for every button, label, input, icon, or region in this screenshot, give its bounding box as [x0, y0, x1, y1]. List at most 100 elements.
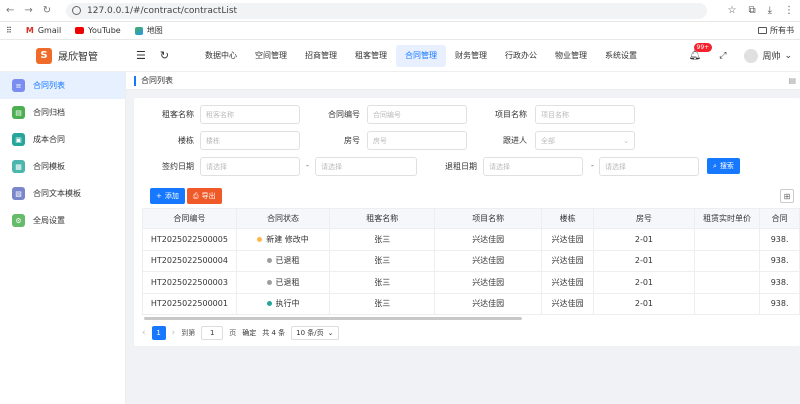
room-input[interactable]: 房号 — [367, 131, 467, 150]
fullscreen-icon[interactable]: ⤢ — [719, 51, 726, 61]
app-logo: S 晟欣智管 — [0, 47, 126, 64]
star-icon[interactable]: ☆ — [727, 5, 736, 16]
browser-actions: ☆ ⧉ ⤓ ⋮ — [727, 5, 794, 16]
page-size-select[interactable]: 10 条/页 ⌄ — [291, 326, 339, 340]
sidebar-item-contract-template[interactable]: ▦ 合同模板 — [0, 153, 125, 180]
sidebar-item-contract-list[interactable]: ≡ 合同列表 — [0, 72, 125, 99]
nav-finance[interactable]: 财务管理 — [446, 45, 496, 67]
exit-date-start[interactable]: 请选择 — [483, 157, 583, 176]
nav-data-center[interactable]: 数据中心 — [196, 45, 246, 67]
chevron-down-icon: ⌄ — [623, 136, 629, 145]
exit-date-end[interactable]: 请选择 — [599, 157, 699, 176]
nav-tenants[interactable]: 租客管理 — [346, 45, 396, 67]
goto-confirm-button[interactable]: 确定 — [242, 328, 256, 338]
chevron-down-icon: ⌄ — [327, 329, 334, 337]
sidebar-item-cost-contract[interactable]: ▣ 成本合同 — [0, 126, 125, 153]
bookmark-maps[interactable]: 地图 — [134, 25, 163, 36]
total-count: 共 4 条 — [262, 329, 286, 337]
contract-table: 合同编号 合同状态 租客名称 项目名称 楼栋 房号 租赁实时单价 合同 HT20… — [142, 208, 800, 315]
cost-icon: ▣ — [12, 133, 25, 146]
tab-menu-icon[interactable]: ▤ — [788, 76, 796, 85]
header-right: 🔔︎ 99+ ⤢ 周帅 ⌄ — [689, 43, 800, 63]
notification-badge: 99+ — [693, 43, 713, 52]
follower-select[interactable]: 全部 ⌄ — [535, 131, 635, 150]
nav-leasing[interactable]: 招商管理 — [296, 45, 346, 67]
status-dot — [266, 279, 272, 285]
browser-nav: ← → ↻ — [6, 5, 66, 16]
contract-no-input[interactable]: 合同编号 — [367, 105, 467, 124]
text-template-icon: ▧ — [12, 187, 25, 200]
table-row[interactable]: HT2025022500001 执行中 张三 兴达佳园 兴达佳园 2-01 93… — [142, 292, 800, 315]
bell-icon[interactable]: 🔔︎ 99+ — [689, 43, 713, 61]
add-button[interactable]: + 添加 — [150, 188, 185, 204]
bookmark-youtube[interactable]: YouTube — [75, 26, 121, 35]
prev-page-icon[interactable]: ‹ — [142, 328, 146, 338]
header-tools: ☰ ↻ — [136, 49, 196, 62]
logo-icon: S — [36, 47, 52, 64]
forward-icon[interactable]: → — [24, 5, 32, 16]
nav-settings[interactable]: 系统设置 — [596, 45, 646, 67]
building-label: 楼栋 — [178, 136, 194, 145]
site-info-icon[interactable] — [72, 6, 81, 15]
all-bookmarks[interactable]: 所有书 — [758, 25, 794, 36]
tenant-name-input[interactable]: 租客名称 — [200, 105, 300, 124]
col-contract: 合同 — [759, 208, 800, 229]
table-row[interactable]: HT2025022500005 新建 修改中 张三 兴达佳园 兴达佳园 2-01… — [142, 228, 800, 251]
template-icon: ▦ — [12, 160, 25, 173]
goto-label: 到第 — [181, 329, 196, 337]
download-icon[interactable]: ⤓ — [768, 5, 772, 16]
breadcrumb-accent — [134, 75, 136, 86]
user-menu[interactable]: 周帅 ⌄ — [744, 48, 792, 63]
tenant-name-label: 租客名称 — [162, 110, 194, 119]
status-text: 新建 修改中 — [266, 234, 309, 244]
sidebar-item-text-template[interactable]: ▧ 合同文本模板 — [0, 180, 125, 207]
nav-contracts[interactable]: 合同管理 — [396, 44, 446, 67]
sidebar: ≡ 合同列表 ▤ 合同归档 ▣ 成本合同 ▦ 合同模板 ▧ 合同文本模板 ⚙ 全… — [0, 72, 126, 404]
folder-icon — [758, 27, 767, 34]
reload-icon[interactable]: ↻ — [43, 5, 51, 16]
building-input[interactable]: 楼栋 — [200, 131, 300, 150]
project-name-input[interactable]: 项目名称 — [535, 105, 635, 124]
search-button[interactable]: ⌕ 搜索 — [707, 158, 740, 174]
sign-date-end[interactable]: 请选择 — [315, 157, 417, 176]
nav-space[interactable]: 空间管理 — [246, 45, 296, 67]
refresh-icon[interactable]: ↻ — [160, 49, 169, 62]
menu-dots-icon[interactable]: ⋮ — [784, 5, 794, 16]
column-settings-icon[interactable]: ⊞ — [780, 189, 794, 203]
export-button[interactable]: ⎙ 导出 — [187, 188, 222, 204]
nav-property[interactable]: 物业管理 — [546, 45, 596, 67]
goto-page-input[interactable]: 1 — [201, 326, 224, 340]
pagination: ‹ 1 › 到第 1 页 确定 共 4 条 10 条/页 ⌄ — [142, 326, 339, 340]
table-header-row: 合同编号 合同状态 租客名称 项目名称 楼栋 房号 租赁实时单价 合同 — [142, 208, 800, 229]
date-range-dash: - — [591, 161, 594, 170]
sign-date-start[interactable]: 请选择 — [200, 157, 300, 176]
nav-admin[interactable]: 行政办公 — [496, 45, 546, 67]
horizontal-scrollbar[interactable] — [144, 317, 522, 320]
page-1[interactable]: 1 — [151, 326, 166, 340]
bookmark-gmail[interactable]: M Gmail — [26, 26, 61, 35]
contract-no-label: 合同编号 — [328, 110, 360, 119]
project-name-label: 项目名称 — [495, 110, 527, 119]
col-contract-no: 合同编号 — [142, 208, 237, 229]
follower-label: 跟进人 — [503, 136, 527, 145]
status-text: 已退租 — [275, 256, 300, 266]
apps-grid-icon[interactable]: ⠿ — [6, 26, 12, 35]
status-dot — [257, 236, 263, 242]
sidebar-item-contract-archive[interactable]: ▤ 合同归档 — [0, 99, 125, 126]
table-row[interactable]: HT2025022500003 已退租 张三 兴达佳园 兴达佳园 2-01 93… — [142, 271, 800, 294]
date-range-dash: - — [306, 161, 309, 170]
menu-toggle-icon[interactable]: ☰ — [136, 49, 146, 62]
search-icon: ⌕ — [713, 161, 717, 170]
url-text: 127.0.0.1/#/contract/contractList — [87, 5, 238, 16]
sidebar-item-global-settings[interactable]: ⚙ 全局设置 — [0, 207, 125, 234]
archive-icon: ▤ — [12, 106, 25, 119]
breadcrumb-tab[interactable]: 合同列表 — [141, 75, 173, 86]
status-text: 执行中 — [275, 299, 300, 309]
back-icon[interactable]: ← — [6, 5, 14, 16]
next-page-icon[interactable]: › — [172, 328, 176, 338]
table-row[interactable]: HT2025022500004 已退租 张三 兴达佳园 兴达佳园 2-01 93… — [142, 249, 800, 272]
chevron-down-icon: ⌄ — [784, 50, 792, 61]
address-bar[interactable]: 127.0.0.1/#/contract/contractList — [66, 2, 708, 19]
app-title: 晟欣智管 — [58, 52, 98, 63]
extensions-icon[interactable]: ⧉ — [748, 5, 755, 16]
